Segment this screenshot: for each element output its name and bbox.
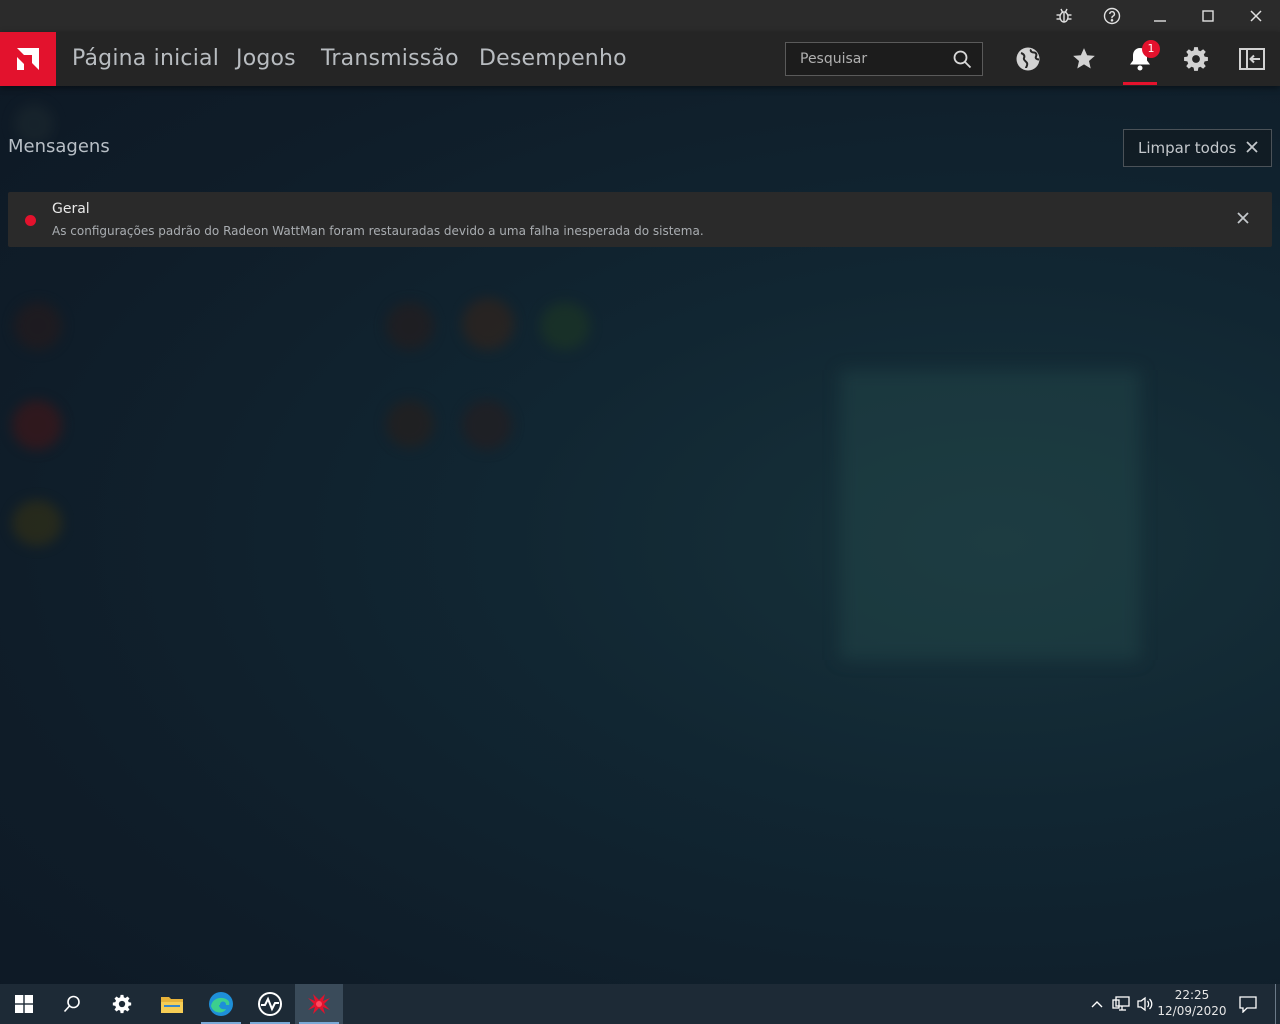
minimize-button[interactable] bbox=[1137, 0, 1183, 32]
show-hidden-icons-button[interactable] bbox=[1088, 984, 1106, 1024]
start-button[interactable] bbox=[0, 984, 48, 1024]
star-icon bbox=[1073, 48, 1095, 69]
notification-card[interactable]: Geral As configurações padrão do Radeon … bbox=[8, 192, 1272, 247]
clear-all-button[interactable]: Limpar todos bbox=[1123, 129, 1272, 167]
network-icon bbox=[1112, 996, 1130, 1011]
gear-icon bbox=[112, 994, 132, 1014]
radeon-app-icon bbox=[308, 994, 330, 1014]
minimize-icon bbox=[1154, 20, 1166, 22]
speaker-icon bbox=[1137, 996, 1153, 1012]
taskbar-clock[interactable]: 22:25 12/09/2020 bbox=[1156, 987, 1228, 1019]
maximize-icon bbox=[1202, 10, 1214, 22]
help-button[interactable] bbox=[1089, 0, 1135, 32]
nav-tab-streaming[interactable]: Transmissão bbox=[321, 32, 459, 86]
taskbar-radeon-app[interactable] bbox=[295, 984, 343, 1024]
search-icon bbox=[63, 995, 80, 1013]
close-window-button[interactable] bbox=[1233, 0, 1279, 32]
clear-all-label: Limpar todos bbox=[1138, 139, 1237, 157]
activity-monitor-icon bbox=[258, 992, 282, 1016]
globe-icon bbox=[1016, 47, 1040, 71]
settings-button[interactable] bbox=[1176, 32, 1216, 86]
notification-title: Geral bbox=[52, 201, 90, 217]
main-navbar: Página inicial Jogos Transmissão Desempe… bbox=[0, 32, 1280, 86]
web-button[interactable] bbox=[1008, 32, 1048, 86]
blurred-desktop-icon bbox=[12, 400, 62, 450]
taskbar-settings-app[interactable] bbox=[98, 984, 146, 1024]
blurred-desktop-icon bbox=[540, 302, 590, 350]
amd-logo-button[interactable] bbox=[0, 32, 56, 86]
page-title: Mensagens bbox=[8, 136, 110, 157]
favorites-button[interactable] bbox=[1064, 32, 1104, 86]
show-desktop-button[interactable] bbox=[1275, 984, 1276, 1024]
sidebar-toggle-button[interactable] bbox=[1232, 32, 1272, 86]
amd-logo-icon bbox=[17, 48, 39, 70]
chevron-up-icon bbox=[1091, 1001, 1103, 1008]
folder-icon bbox=[161, 997, 183, 1013]
action-center-button[interactable] bbox=[1234, 984, 1262, 1024]
blurred-desktop-icon bbox=[462, 400, 512, 450]
taskbar-file-explorer-app[interactable] bbox=[148, 984, 196, 1024]
notification-center-icon bbox=[1239, 995, 1257, 1013]
search-box bbox=[785, 42, 983, 76]
bug-icon bbox=[1056, 8, 1072, 23]
windows-taskbar: 22:25 12/09/2020 bbox=[0, 984, 1280, 1024]
title-bar bbox=[0, 0, 1280, 32]
blurred-desktop-icon bbox=[12, 500, 62, 546]
notification-count-badge: 1 bbox=[1142, 40, 1160, 58]
panel-collapse-icon bbox=[1239, 48, 1265, 70]
radeon-software-window: Página inicial Jogos Transmissão Desempe… bbox=[0, 0, 1280, 984]
volume-tray-button[interactable] bbox=[1134, 984, 1156, 1024]
blurred-desktop-icon bbox=[386, 302, 434, 350]
active-tab-indicator bbox=[1123, 82, 1157, 85]
edge-browser-icon bbox=[209, 992, 233, 1016]
blurred-desktop-icon bbox=[386, 400, 434, 448]
maximize-button[interactable] bbox=[1185, 0, 1231, 32]
search-icon[interactable] bbox=[953, 50, 972, 69]
clock-date: 12/09/2020 bbox=[1157, 1004, 1227, 1018]
unread-indicator-dot bbox=[25, 215, 36, 226]
blurred-desktop-icon bbox=[462, 298, 514, 350]
notification-body: As configurações padrão do Radeon WattMa… bbox=[52, 224, 704, 238]
blurred-desktop-window bbox=[840, 370, 1140, 660]
nav-tab-games[interactable]: Jogos bbox=[236, 32, 296, 86]
close-icon bbox=[1246, 141, 1258, 153]
notifications-button[interactable]: 1 bbox=[1120, 32, 1160, 86]
taskbar-search-button[interactable] bbox=[48, 984, 96, 1024]
clock-time: 22:25 bbox=[1174, 988, 1210, 1002]
taskbar-monitor-app[interactable] bbox=[246, 984, 294, 1024]
network-tray-button[interactable] bbox=[1110, 984, 1132, 1024]
gear-icon bbox=[1184, 47, 1208, 71]
close-icon bbox=[1250, 10, 1262, 22]
dismiss-notification-icon[interactable] bbox=[1236, 211, 1250, 225]
search-input[interactable] bbox=[786, 43, 946, 75]
bug-report-button[interactable] bbox=[1041, 0, 1087, 32]
help-icon bbox=[1103, 7, 1121, 25]
blurred-desktop-icon bbox=[14, 302, 62, 350]
windows-logo-icon bbox=[15, 995, 33, 1013]
nav-tab-performance[interactable]: Desempenho bbox=[479, 32, 627, 86]
nav-tab-home[interactable]: Página inicial bbox=[72, 32, 219, 86]
taskbar-edge-app[interactable] bbox=[197, 984, 245, 1024]
